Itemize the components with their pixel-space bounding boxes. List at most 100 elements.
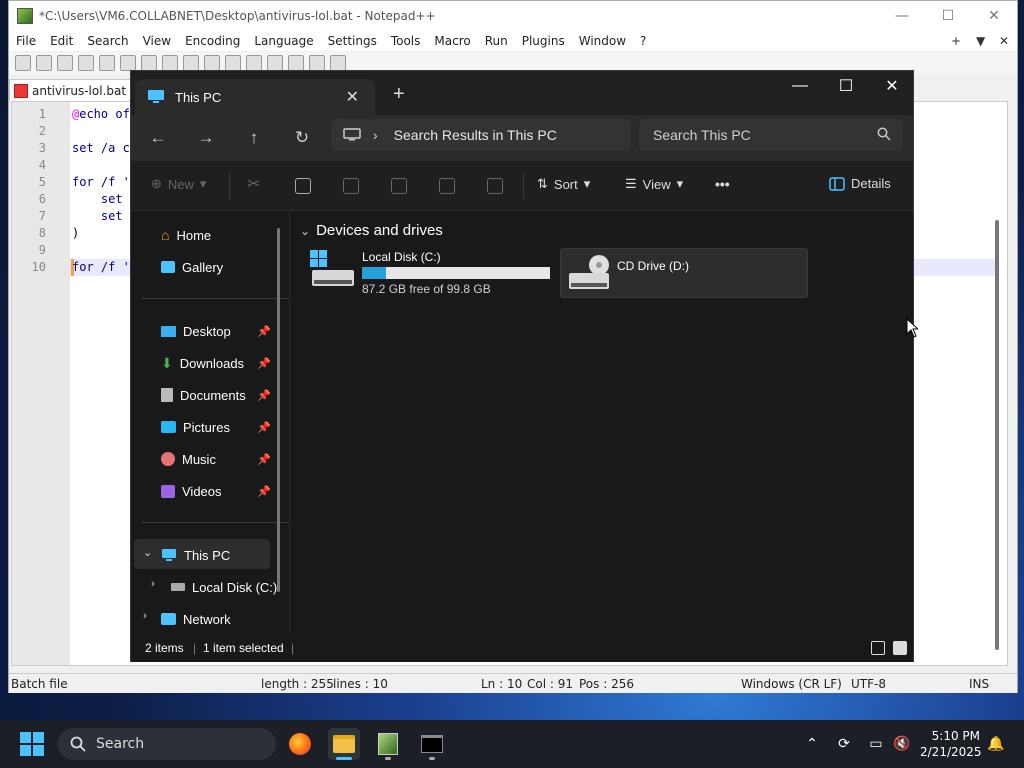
close-all-icon[interactable] <box>120 55 136 71</box>
nav-item-music[interactable]: Music 📌 <box>161 446 271 472</box>
cut-icon[interactable]: ✂ <box>247 174 260 194</box>
pin-icon[interactable]: 📌 <box>257 453 271 466</box>
paste-icon[interactable] <box>204 55 220 71</box>
nav-item-local-disk[interactable]: Local Disk (C:) <box>171 574 277 600</box>
file-explorer-taskbar-icon[interactable] <box>328 728 360 760</box>
chevron-right-icon[interactable]: › <box>143 610 147 622</box>
address-input[interactable]: › Search Results in This PC <box>331 119 631 151</box>
nav-item-home[interactable]: ⌂ Home <box>161 222 211 248</box>
menu-view[interactable]: View <box>136 34 178 48</box>
maximize-button[interactable]: ☐ <box>925 1 971 31</box>
new-file-icon[interactable] <box>15 55 31 71</box>
menu-run[interactable]: Run <box>478 34 515 48</box>
menu-file[interactable]: File <box>9 34 43 48</box>
taskbar-search[interactable]: Search <box>58 728 276 760</box>
copy-icon[interactable] <box>295 178 311 194</box>
start-button[interactable] <box>20 732 44 756</box>
sync-icon[interactable]: ⟳ <box>834 734 854 754</box>
copy-icon[interactable] <box>183 55 199 71</box>
refresh-icon[interactable]: ↻ <box>291 127 313 149</box>
chevron-down-icon[interactable]: ⌄ <box>143 546 152 559</box>
menu-language[interactable]: Language <box>247 34 320 48</box>
explorer-close-button[interactable]: ✕ <box>869 71 915 101</box>
new-tab-icon[interactable]: + <box>393 83 405 106</box>
close-button[interactable]: ✕ <box>971 1 1017 31</box>
forward-arrow-icon[interactable]: → <box>195 127 217 149</box>
notepadpp-titlebar[interactable]: *C:\Users\VM6.COLLABNET\Desktop\antiviru… <box>9 1 1017 31</box>
minimize-button[interactable]: — <box>879 1 925 31</box>
details-button[interactable]: Details <box>829 176 891 191</box>
nav-scrollbar[interactable] <box>277 228 280 592</box>
menu-encoding[interactable]: Encoding <box>178 34 247 48</box>
save-icon[interactable] <box>57 55 73 71</box>
close-file-icon[interactable] <box>99 55 115 71</box>
explorer-tab[interactable]: This PC ✕ <box>135 79 375 115</box>
view-button[interactable]: ☰ View ▾ <box>625 176 683 192</box>
menu-plugins[interactable]: Plugins <box>515 34 572 48</box>
new-button[interactable]: ⊕ New ▾ <box>151 176 206 192</box>
terminal-taskbar-icon[interactable] <box>416 728 448 760</box>
notepadpp-tab[interactable]: antivirus-lol.bat <box>9 79 131 101</box>
drive-local-disk[interactable]: Local Disk (C:) 87.2 GB free of 99.8 GB <box>310 250 550 296</box>
search-input[interactable]: Search This PC <box>639 119 903 151</box>
network-icon[interactable]: ▭ <box>866 734 886 754</box>
replace-icon[interactable] <box>288 55 304 71</box>
system-clock[interactable]: 5:10 PM 2/21/2025 <box>920 728 982 760</box>
section-header[interactable]: ⌄ Devices and drives <box>300 222 443 239</box>
nav-item-network[interactable]: Network <box>161 606 231 632</box>
editor-scrollbar[interactable] <box>995 220 999 650</box>
back-arrow-icon[interactable]: ← <box>147 127 169 149</box>
menu-window[interactable]: Window <box>572 34 633 48</box>
nav-item-downloads[interactable]: ⬇ Downloads 📌 <box>161 350 271 376</box>
zoom-out-icon[interactable] <box>330 55 346 71</box>
menu-new-tab-button[interactable]: + <box>951 31 961 51</box>
sort-button[interactable]: ⇅ Sort ▾ <box>537 176 590 192</box>
explorer-titlebar[interactable]: This PC ✕ + — ☐ ✕ <box>131 71 913 115</box>
notification-bell-icon[interactable]: 🔔 <box>986 734 1006 754</box>
save-all-icon[interactable] <box>78 55 94 71</box>
close-tab-icon[interactable]: ✕ <box>346 87 359 107</box>
menu-search[interactable]: Search <box>80 34 135 48</box>
cut-icon[interactable] <box>162 55 178 71</box>
pin-icon[interactable]: 📌 <box>257 357 271 370</box>
details-view-icon[interactable] <box>871 641 885 655</box>
menu-macro[interactable]: Macro <box>427 34 477 48</box>
pin-icon[interactable]: 📌 <box>257 485 271 498</box>
pin-icon[interactable]: 📌 <box>257 389 271 402</box>
menu-settings[interactable]: Settings <box>321 34 384 48</box>
large-icons-view-icon[interactable] <box>893 641 907 655</box>
pin-icon[interactable]: 📌 <box>257 421 271 434</box>
zoom-in-icon[interactable] <box>309 55 325 71</box>
open-file-icon[interactable] <box>36 55 52 71</box>
redo-icon[interactable] <box>246 55 262 71</box>
nav-item-gallery[interactable]: Gallery <box>161 254 223 280</box>
nav-item-desktop[interactable]: Desktop 📌 <box>161 318 271 344</box>
nav-item-this-pc[interactable]: This PC <box>161 542 230 568</box>
menu-edit[interactable]: Edit <box>43 34 80 48</box>
rename-icon[interactable] <box>391 178 407 194</box>
notepadpp-taskbar-icon[interactable] <box>372 728 404 760</box>
more-options-icon[interactable]: ••• <box>715 176 730 192</box>
undo-icon[interactable] <box>225 55 241 71</box>
up-arrow-icon[interactable]: ↑ <box>243 127 265 149</box>
menu-close-doc-button[interactable]: ✕ <box>999 31 1009 51</box>
menu-list-tabs-button[interactable]: ▼ <box>976 31 985 51</box>
menu-help[interactable]: ? <box>633 34 653 48</box>
delete-icon[interactable] <box>487 178 503 194</box>
nav-item-documents[interactable]: Documents 📌 <box>161 382 271 408</box>
chevron-up-icon[interactable]: ⌃ <box>802 734 822 754</box>
explorer-minimize-button[interactable]: — <box>777 71 823 101</box>
nav-item-videos[interactable]: Videos 📌 <box>161 478 271 504</box>
nav-item-pictures[interactable]: Pictures 📌 <box>161 414 271 440</box>
volume-muted-icon[interactable]: 🔇 <box>892 734 912 754</box>
find-icon[interactable] <box>267 55 283 71</box>
chevron-right-icon[interactable]: › <box>151 578 155 590</box>
pin-icon[interactable]: 📌 <box>257 325 271 338</box>
paste-icon[interactable] <box>343 178 359 194</box>
explorer-maximize-button[interactable]: ☐ <box>823 71 869 101</box>
firefox-taskbar-icon[interactable] <box>284 728 316 760</box>
menu-tools[interactable]: Tools <box>384 34 428 48</box>
print-icon[interactable] <box>141 55 157 71</box>
drive-cd-selected[interactable]: CD Drive (D:) <box>560 248 808 298</box>
share-icon[interactable] <box>439 178 455 194</box>
